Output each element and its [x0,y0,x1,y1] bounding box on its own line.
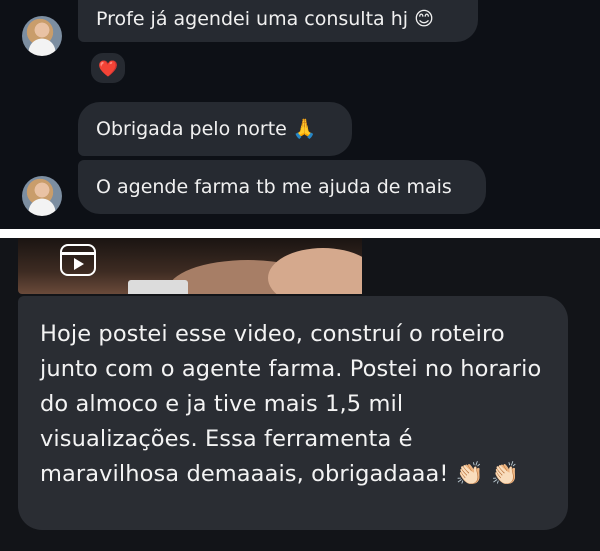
video-attachment-thumbnail[interactable] [18,238,362,294]
message-text: O agende farma tb me ajuda de mais [96,176,452,198]
message-text: Profe já agendei uma consulta hj 😊 [96,8,434,30]
sender-avatar[interactable] [22,176,62,216]
message-bubble[interactable]: Obrigada pelo norte 🙏 [78,102,352,156]
message-text: Obrigada pelo norte 🙏 [96,118,317,140]
thumbnail-image [128,280,188,294]
thumbnail-image [268,248,362,294]
message-bubble[interactable]: O agende farma tb me ajuda de mais [78,160,486,214]
bottom-chat-screenshot: Hoje postei esse video, construí o rotei… [0,238,600,551]
top-chat-screenshot: Profe já agendei uma consulta hj 😊 ❤️ Ob… [0,0,600,229]
message-bubble[interactable]: Profe já agendei uma consulta hj 😊 [78,0,478,42]
message-bubble[interactable]: Hoje postei esse video, construí o rotei… [18,296,568,530]
reels-icon [60,244,96,276]
screenshot-divider [0,229,600,238]
heart-reaction-icon[interactable]: ❤️ [88,50,128,86]
sender-avatar[interactable] [22,16,62,56]
message-text: Hoje postei esse video, construí o rotei… [40,321,542,487]
